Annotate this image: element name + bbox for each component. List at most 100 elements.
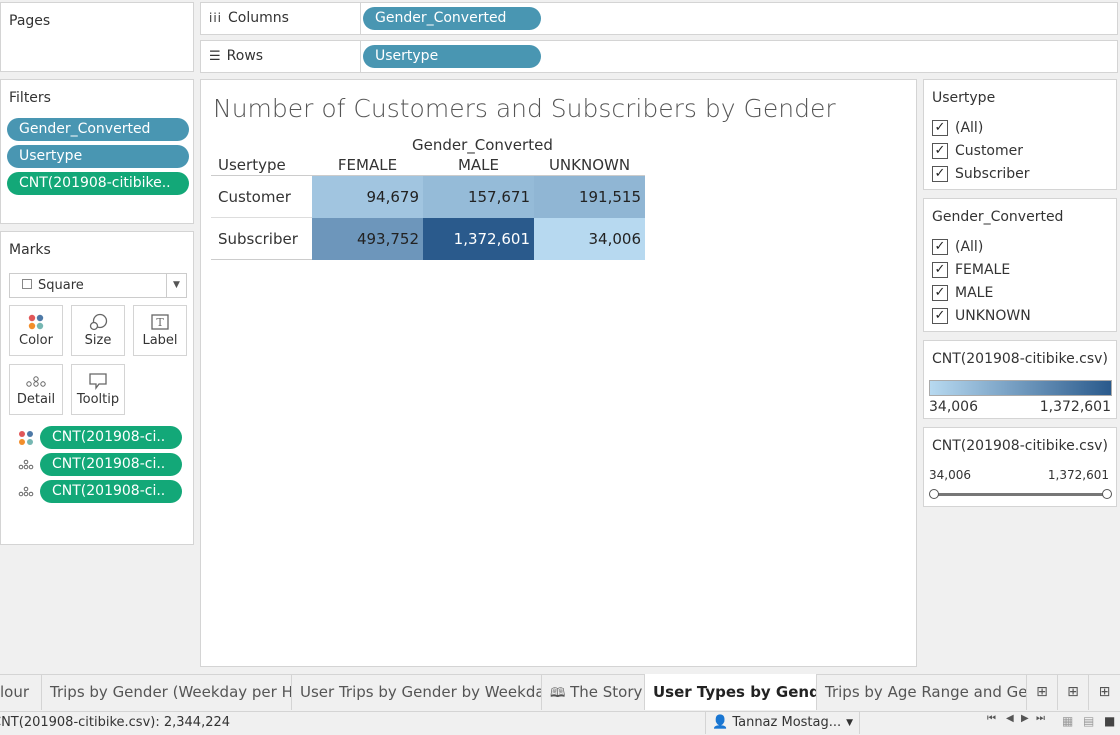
usertype-option-subscriber[interactable]: ✓ Subscriber (932, 166, 1030, 182)
range-filter-title: CNT(201908-citibike.csv) (932, 438, 1108, 454)
filter-pill-usertype[interactable]: Usertype (7, 145, 189, 168)
story-icon: 🕮 (550, 686, 566, 701)
cell-customer-male[interactable]: 157,671 (423, 176, 534, 218)
row-separator (211, 217, 312, 218)
checkbox-icon: ✓ (932, 239, 948, 255)
checkbox-icon: ✓ (932, 120, 948, 136)
size-icon (72, 306, 124, 332)
range-filter-card: CNT(201908-citibike.csv) 34,006 1,372,60… (923, 427, 1117, 507)
chevron-down-icon: ▼ (166, 274, 186, 297)
usertype-option-customer[interactable]: ✓ Customer (932, 143, 1023, 159)
range-slider-max-handle[interactable] (1102, 489, 1112, 499)
cell-subscriber-male[interactable]: 1,372,601 (423, 218, 534, 260)
tab-trips-by-gender-weekday[interactable]: Trips by Gender (Weekday per H... (42, 674, 292, 710)
filters-label: Filters (9, 90, 51, 106)
usertype-filter-title: Usertype (932, 90, 996, 106)
tab-trips-by-hour[interactable]: lour (0, 674, 42, 710)
marks-card: Marks Square ▼ Color Size T Label Detail… (0, 231, 194, 545)
tab-the-story[interactable]: 🕮 The Story (542, 674, 645, 710)
gender-option-male[interactable]: ✓ MALE (932, 285, 993, 301)
size-button[interactable]: Size (71, 305, 125, 356)
gender-filter-title: Gender_Converted (932, 209, 1064, 225)
color-legend-ramp[interactable] (929, 380, 1112, 396)
detail-icon (10, 365, 62, 391)
gender-option-unknown[interactable]: ✓ UNKNOWN (932, 308, 1031, 324)
user-menu[interactable]: 👤 Tannaz Mostag... ▼ (705, 712, 860, 734)
marks-pill-detail-2[interactable]: CNT(201908-ci.. (40, 480, 182, 503)
tooltip-button[interactable]: Tooltip (71, 364, 125, 415)
range-filter-max: 1,372,601 (1047, 468, 1109, 482)
prev-page-icon[interactable]: ◀ (1006, 713, 1014, 724)
color-legend-min: 34,006 (929, 399, 978, 415)
tab-trips-by-age-range[interactable]: Trips by Age Range and Gend (817, 674, 1027, 710)
new-dashboard-icon[interactable]: ⊞ (1058, 674, 1089, 710)
color-legend-max: 1,372,601 (1039, 399, 1111, 415)
usertype-option-all[interactable]: ✓ (All) (932, 120, 983, 136)
checkbox-icon: ✓ (932, 285, 948, 301)
gender-option-all[interactable]: ✓ (All) (932, 239, 983, 255)
svg-text:T: T (156, 316, 164, 329)
pages-label: Pages (9, 13, 51, 29)
first-page-icon[interactable]: ⏮ (987, 713, 996, 724)
last-page-icon[interactable]: ⏭ (1036, 713, 1045, 724)
gender-option-female[interactable]: ✓ FEMALE (932, 262, 1010, 278)
rows-label: Rows (226, 48, 264, 64)
range-filter-min: 34,006 (929, 468, 971, 482)
user-icon: 👤 (712, 715, 729, 730)
status-count: CNT(201908-citibike.csv): 2,344,224 (0, 715, 231, 730)
mark-type-label: Square (38, 278, 84, 293)
tab-user-trips-by-gender[interactable]: User Trips by Gender by Weekday (292, 674, 542, 710)
cell-subscriber-female[interactable]: 493,752 (312, 218, 423, 260)
pages-shelf[interactable]: Pages (0, 2, 194, 72)
color-legend-card: CNT(201908-citibike.csv) 34,006 1,372,60… (923, 340, 1117, 419)
cell-customer-female[interactable]: 94,679 (312, 176, 423, 218)
tab-user-types-by-gender[interactable]: User Types by Gender (645, 674, 817, 710)
tabs-view-icon[interactable]: ■ (1104, 714, 1115, 728)
gender-filter-card: Gender_Converted ✓ (All) ✓ FEMALE ✓ MALE ✓ U… (923, 198, 1117, 332)
columns-label: Columns (228, 10, 289, 26)
column-header-title: Gender_Converted (412, 136, 553, 154)
mark-type-dropdown[interactable]: Square ▼ (9, 273, 187, 298)
color-legend-title: CNT(201908-citibike.csv) (932, 351, 1108, 367)
color-icon (10, 306, 62, 332)
columns-shelf[interactable]: iii Columns Gender_Converted (200, 2, 1118, 35)
columns-icon: iii (209, 11, 223, 25)
detail-button[interactable]: Detail (9, 364, 63, 415)
color-button[interactable]: Color (9, 305, 63, 356)
view-title: Number of Customers and Subscribers by G… (213, 94, 836, 123)
column-header-male: MALE (457, 156, 500, 174)
column-header-female: FEMALE (337, 156, 398, 174)
row-label-subscriber: Subscriber (218, 230, 298, 248)
checkbox-icon: ✓ (932, 143, 948, 159)
new-story-icon[interactable]: ⊞ (1089, 674, 1120, 710)
rows-pill-usertype[interactable]: Usertype (363, 45, 541, 68)
square-icon (22, 279, 32, 289)
view-canvas[interactable]: Number of Customers and Subscribers by G… (200, 79, 917, 667)
row-header-title: Usertype (218, 156, 286, 174)
usertype-filter-card: Usertype ✓ (All) ✓ Customer ✓ Subscriber (923, 79, 1117, 190)
grid-view-icon[interactable]: ▦ (1062, 714, 1073, 728)
rows-shelf[interactable]: ☰ Rows Usertype (200, 40, 1118, 73)
cell-customer-unknown[interactable]: 191,515 (534, 176, 645, 218)
range-slider-track[interactable] (934, 493, 1106, 496)
marks-pill-color[interactable]: CNT(201908-ci.. (40, 426, 182, 449)
tooltip-icon (72, 365, 124, 391)
marks-pill-detail-1[interactable]: CNT(201908-ci.. (40, 453, 182, 476)
range-slider-min-handle[interactable] (929, 489, 939, 499)
filmstrip-view-icon[interactable]: ▤ (1083, 714, 1094, 728)
filter-pill-gender[interactable]: Gender_Converted (7, 118, 189, 141)
rows-icon: ☰ (209, 48, 221, 64)
checkbox-icon: ✓ (932, 308, 948, 324)
label-icon: T (134, 306, 186, 332)
row-label-customer: Customer (218, 188, 291, 206)
next-page-icon[interactable]: ▶ (1021, 713, 1029, 724)
label-button[interactable]: T Label (133, 305, 187, 356)
filters-shelf[interactable]: Filters Gender_Converted Usertype CNT(20… (0, 79, 194, 224)
chevron-down-icon: ▼ (846, 718, 853, 728)
checkbox-icon: ✓ (932, 262, 948, 278)
new-worksheet-icon[interactable]: ⊞ (1027, 674, 1058, 710)
filter-pill-cnt[interactable]: CNT(201908-citibike.. (7, 172, 189, 195)
columns-pill-gender[interactable]: Gender_Converted (363, 7, 541, 30)
cell-subscriber-unknown[interactable]: 34,006 (534, 218, 645, 260)
detail-icon (18, 484, 34, 504)
